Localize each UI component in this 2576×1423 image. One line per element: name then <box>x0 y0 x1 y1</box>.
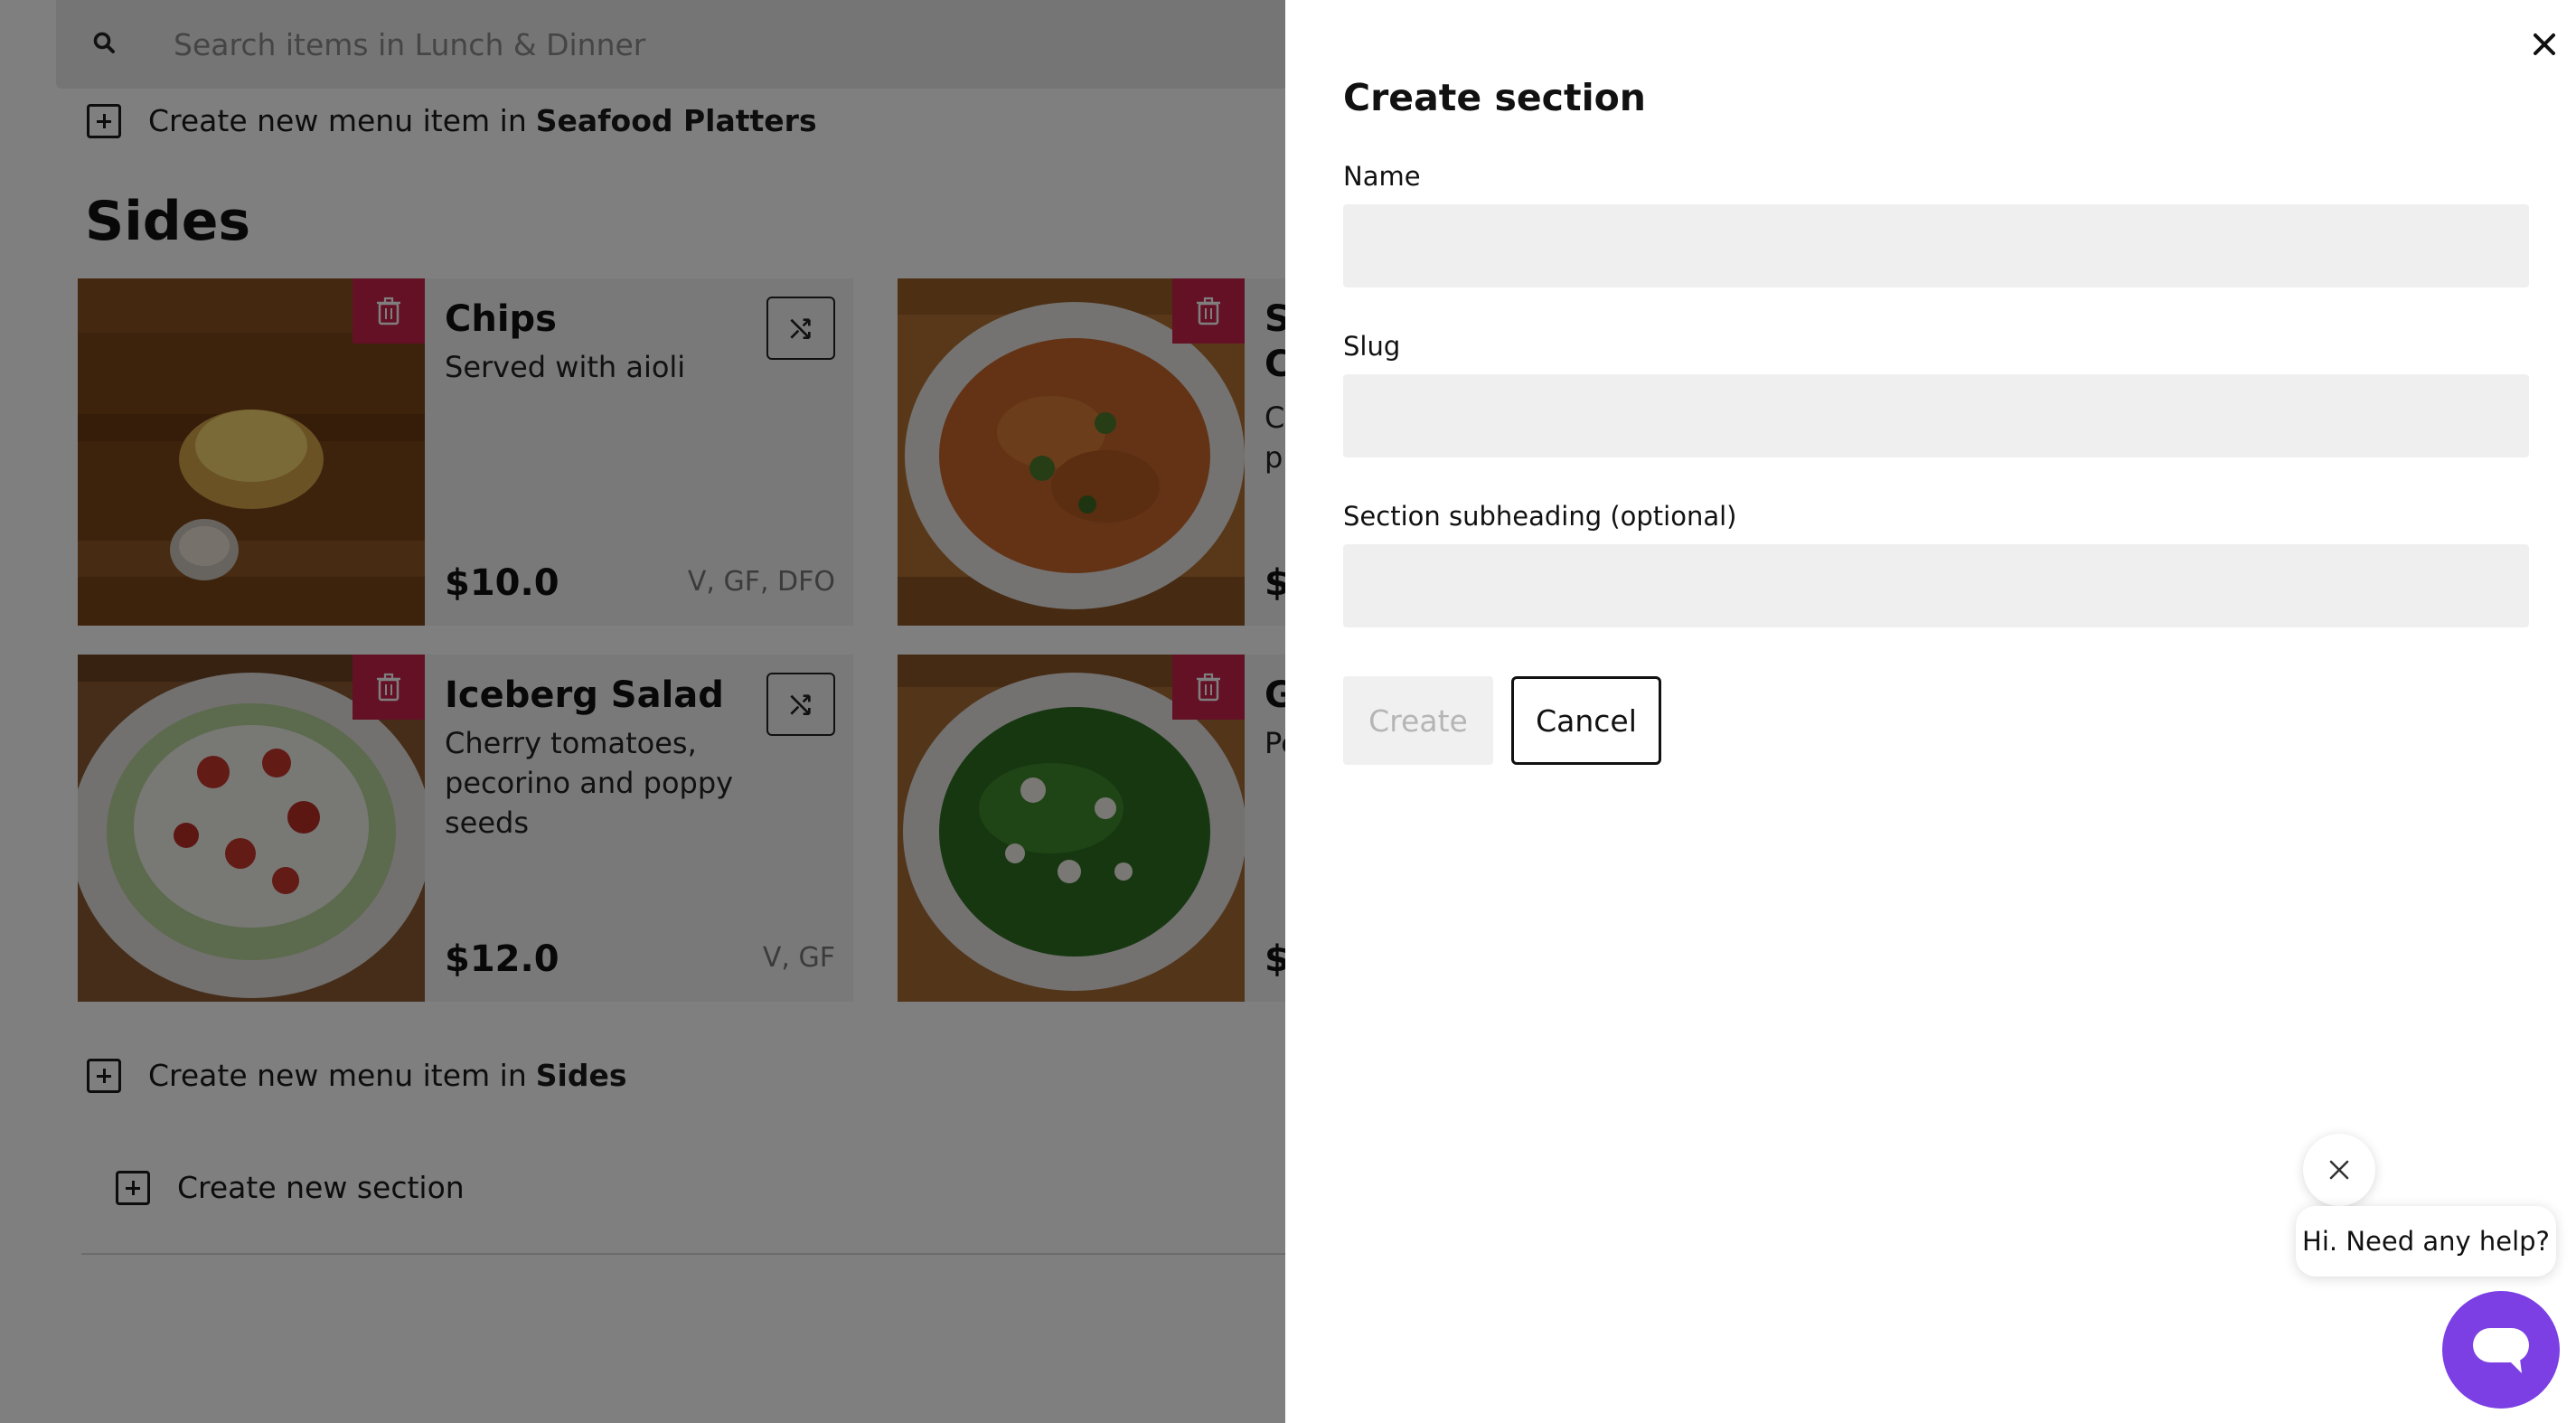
chat-greeting-text: Hi. Need any help? <box>2302 1226 2550 1257</box>
chat-greeting-bubble[interactable]: Hi. Need any help? <box>2296 1206 2556 1277</box>
name-label: Name <box>1343 161 1421 192</box>
create-button[interactable]: Create <box>1343 676 1493 765</box>
close-icon <box>2534 33 2555 55</box>
modal-backdrop[interactable] <box>0 0 1285 1423</box>
chat-launcher-button[interactable] <box>2442 1291 2560 1409</box>
subheading-label: Section subheading (optional) <box>1343 501 1737 532</box>
name-input[interactable] <box>1343 204 2529 287</box>
chat-icon <box>2473 1328 2529 1373</box>
chat-dismiss-button[interactable] <box>2303 1134 2375 1206</box>
slug-label: Slug <box>1343 331 1401 362</box>
slug-input[interactable] <box>1343 374 2529 457</box>
drawer-title: Create section <box>1343 76 1646 119</box>
cancel-button[interactable]: Cancel <box>1511 676 1661 765</box>
close-icon <box>2329 1160 2349 1180</box>
close-drawer-button[interactable] <box>2522 22 2567 67</box>
subheading-input[interactable] <box>1343 544 2529 627</box>
menu-editor-page: Create new menu item in Seafood Platters… <box>0 0 1285 1423</box>
